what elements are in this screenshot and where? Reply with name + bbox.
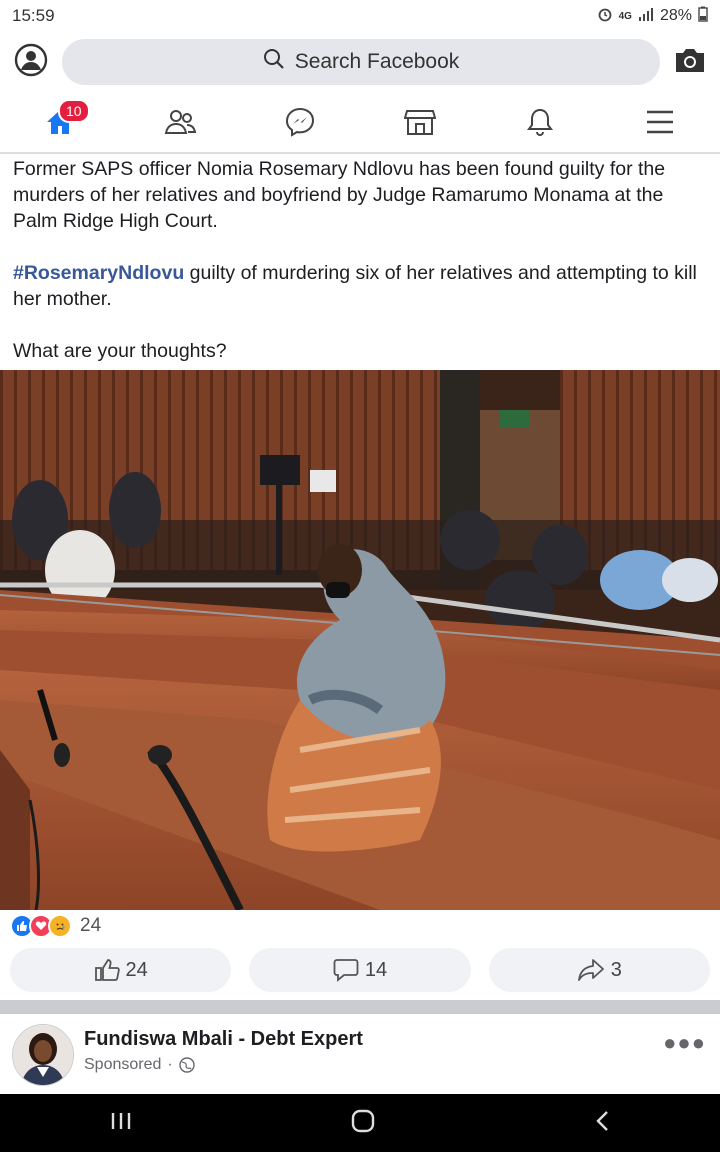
- feed-divider: [0, 1000, 720, 1014]
- top-bar: Search Facebook: [0, 32, 720, 92]
- comment-icon: [333, 959, 359, 982]
- menu-icon: [647, 110, 673, 134]
- system-navigation: [0, 1094, 720, 1152]
- friends-icon: [164, 110, 197, 134]
- more-icon[interactable]: ●●●: [663, 1030, 706, 1056]
- like-count: 24: [125, 958, 148, 981]
- sad-reaction-icon: [48, 914, 72, 938]
- search-bar[interactable]: Search Facebook: [62, 39, 660, 85]
- post-paragraph: #RosemaryNdlovu guilty of murdering six …: [13, 260, 707, 312]
- status-time: 15:59: [12, 6, 55, 25]
- search-icon: [263, 48, 285, 76]
- share-count: 3: [610, 958, 622, 981]
- tab-menu[interactable]: [630, 97, 690, 147]
- status-bar: 15:59 4G 28%: [0, 0, 720, 32]
- share-icon: [577, 959, 604, 981]
- advertiser-name[interactable]: Fundiswa Mbali - Debt Expert: [84, 1028, 363, 1051]
- messenger-icon: [285, 107, 315, 137]
- hashtag-link[interactable]: #RosemaryNdlovu: [13, 262, 184, 284]
- status-indicators: 4G 28%: [597, 6, 708, 27]
- back-icon[interactable]: [593, 1109, 611, 1138]
- search-placeholder: Search Facebook: [294, 50, 460, 73]
- battery-label: 28%: [659, 7, 692, 24]
- notification-badge: 10: [58, 99, 90, 123]
- battery-icon: [698, 6, 708, 27]
- sponsored-line: Sponsored ·: [84, 1056, 195, 1074]
- bell-icon: [527, 108, 553, 136]
- main-nav: 10: [0, 92, 720, 154]
- camera-icon[interactable]: [674, 46, 706, 79]
- like-button[interactable]: 24: [10, 948, 232, 992]
- comment-count: 14: [364, 958, 388, 981]
- home-button-icon[interactable]: [350, 1108, 376, 1139]
- post-photo[interactable]: [0, 370, 720, 910]
- sponsored-label: Sponsored: [84, 1056, 162, 1073]
- network-label: 4G: [618, 10, 632, 22]
- separator-dot: ·: [167, 1056, 173, 1073]
- marketplace-icon: [404, 110, 436, 135]
- tab-marketplace[interactable]: [390, 97, 450, 147]
- reaction-summary[interactable]: 24: [10, 914, 101, 938]
- post-actions: 24 14 3: [10, 948, 710, 992]
- like-icon: [94, 959, 120, 981]
- globe-icon: [179, 1057, 195, 1073]
- comment-button[interactable]: 14: [249, 948, 471, 992]
- alarm-icon: [597, 6, 613, 27]
- recents-icon[interactable]: [109, 1110, 133, 1137]
- tab-messenger[interactable]: [270, 97, 330, 147]
- sponsored-post-header: Fundiswa Mbali - Debt Expert Sponsored ·…: [0, 1014, 720, 1094]
- tab-home[interactable]: 10: [30, 97, 90, 147]
- post-paragraph: What are your thoughts?: [13, 340, 227, 362]
- post-paragraph: Former SAPS officer Nomia Rosemary Ndlov…: [13, 158, 666, 232]
- share-button[interactable]: 3: [488, 948, 710, 992]
- post-body: Former SAPS officer Nomia Rosemary Ndlov…: [0, 154, 720, 364]
- avatar[interactable]: [12, 1024, 74, 1086]
- profile-icon[interactable]: [14, 43, 48, 82]
- tab-friends[interactable]: [150, 97, 210, 147]
- tab-notifications[interactable]: [510, 97, 570, 147]
- signal-icon: [638, 7, 654, 26]
- reaction-count: 24: [80, 915, 102, 936]
